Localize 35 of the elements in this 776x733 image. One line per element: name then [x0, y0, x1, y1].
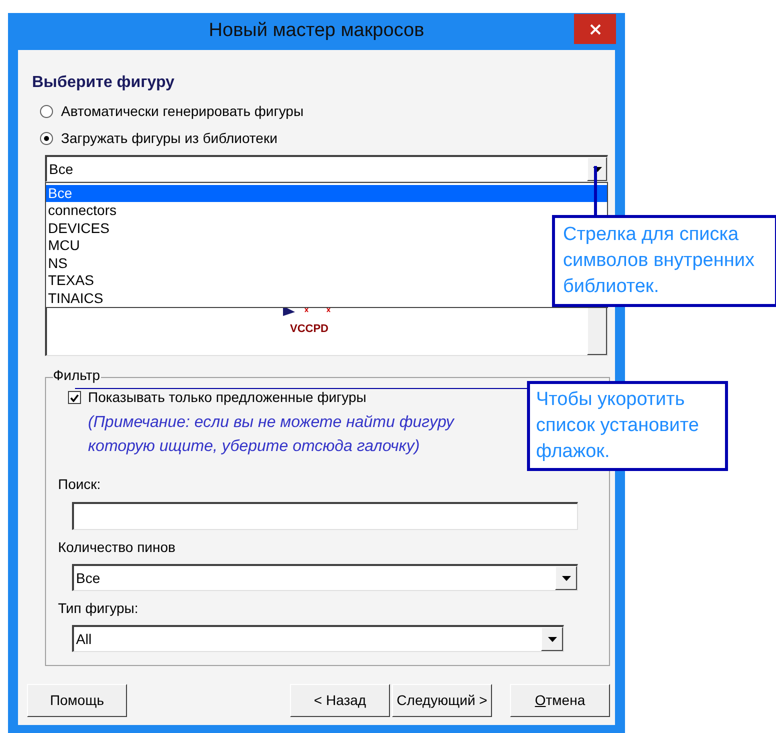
shape-type-dropdown[interactable]: All	[72, 625, 564, 652]
pin-count-dropdown[interactable]: Все	[72, 564, 578, 591]
radio-label: Загружать фигуры из библиотеки	[61, 129, 278, 148]
dropdown-arrow-button[interactable]	[541, 627, 563, 651]
group-title: Фильтр	[53, 368, 102, 382]
dropdown-option[interactable]: connectors	[46, 202, 607, 220]
radio-button[interactable]	[40, 105, 53, 118]
field-label: Количество пинов	[58, 539, 176, 555]
close-icon	[590, 24, 600, 34]
close-button[interactable]	[574, 14, 616, 44]
checkmark-icon	[70, 394, 79, 402]
pin-label: VCCPD	[290, 322, 329, 337]
section-heading: Выберите фигуру	[32, 74, 174, 91]
radio-label: Автоматически генерировать фигуры	[61, 102, 304, 121]
field-label: Поиск:	[58, 476, 101, 492]
search-field[interactable]	[72, 502, 578, 530]
callout-text: Стрелка для списка символов внутренних библиотек.	[563, 224, 754, 297]
scrollbar-thumb[interactable]	[587, 307, 607, 355]
window-title: Новый мастер макросов	[208, 19, 424, 44]
caret-icon	[562, 576, 570, 580]
dialog-button[interactable]: Отмена	[510, 684, 610, 717]
dialog-button[interactable]: Следующий >	[392, 684, 492, 717]
dropdown-arrow-button[interactable]	[555, 566, 577, 590]
field-label: Тип фигуры:	[58, 600, 138, 616]
callout-text: Чтобы укоротить список установите флажок.	[536, 389, 699, 462]
checkbox[interactable]	[68, 391, 81, 404]
dialog-button[interactable]: Помощь	[27, 684, 127, 717]
library-dropdown[interactable]: Все	[45, 155, 608, 182]
dropdown-arrow-button[interactable]	[587, 157, 607, 181]
dropdown-option[interactable]: Все	[46, 185, 607, 202]
dialog-button[interactable]: < Назад	[290, 684, 390, 717]
checkbox-label: Показывать только предложенные фигуры	[88, 390, 366, 405]
caret-icon	[548, 636, 556, 642]
radio-button[interactable]	[40, 132, 53, 145]
note-text: (Примечание: если вы не можете найти фигуру которую ищите, уберите отсюда галочку)	[88, 414, 454, 455]
